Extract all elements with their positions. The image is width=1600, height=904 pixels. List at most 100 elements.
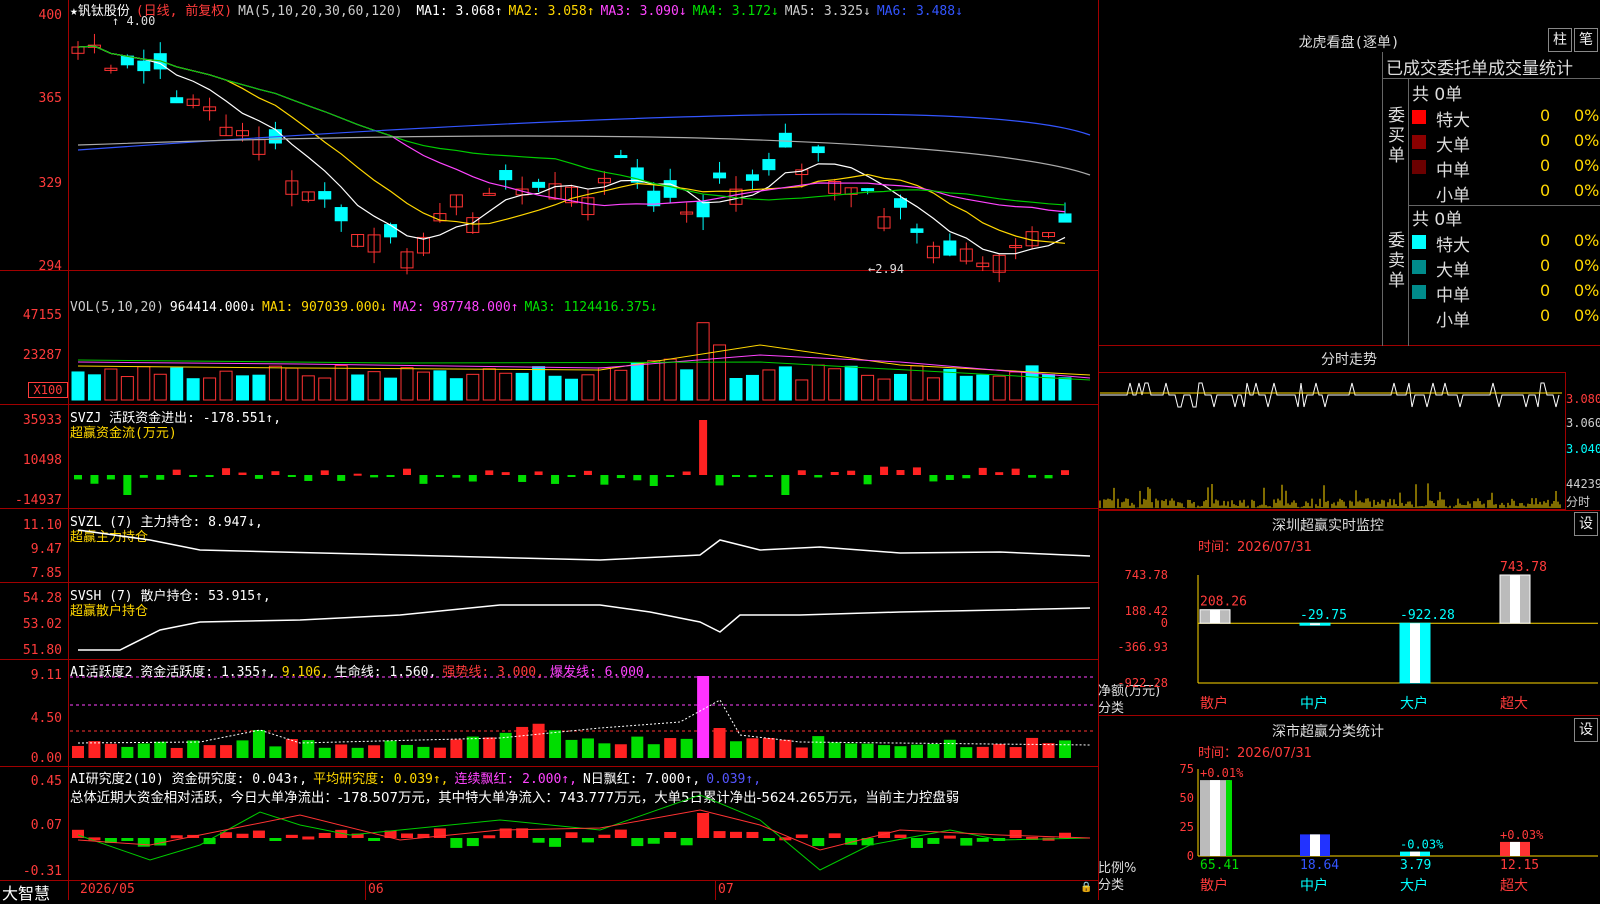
ma-line	[77, 135, 1091, 176]
volume-bar	[894, 373, 907, 401]
class-pct: 65.41	[1200, 858, 1239, 873]
fenshi-vol-label: 44239	[1566, 477, 1600, 491]
sz-monitor-xlabel: 分类	[1098, 701, 1125, 716]
activity-bar	[466, 736, 479, 758]
volume-bar	[828, 368, 842, 401]
candle-body	[482, 192, 496, 196]
activity-bar	[713, 728, 726, 758]
volume-bar	[1042, 374, 1056, 401]
volume-bar	[647, 360, 661, 401]
lhb-row-value: 0	[1540, 106, 1551, 125]
tick-view-button[interactable]: 笔	[1574, 28, 1598, 52]
monitor-bar	[1299, 622, 1331, 626]
research-bar	[401, 833, 413, 838]
volume-bar	[515, 372, 529, 401]
lhb-row-label: 小单	[1436, 311, 1470, 331]
activity-bar	[878, 745, 891, 758]
lhb-row-label: 特大	[1436, 236, 1470, 256]
fund-flow-bar	[551, 475, 560, 484]
volume-bar	[976, 374, 990, 401]
lhb-row-value: 0	[1540, 156, 1551, 175]
candle-body	[910, 228, 924, 233]
fund-flow-bar	[764, 475, 773, 477]
class-delta: -0.03%	[1400, 838, 1444, 852]
fund-flow-bar	[403, 468, 411, 475]
research-bar	[450, 838, 463, 848]
volume-bar	[696, 322, 710, 401]
volume-bar	[400, 367, 414, 401]
monitor-bar	[1499, 574, 1531, 624]
fund-flow-bar	[419, 475, 428, 484]
monitor-bar-value: -29.75	[1300, 608, 1347, 623]
class-category: 中户	[1300, 877, 1328, 894]
activity-bar	[828, 742, 841, 758]
monitor-category: 超大	[1500, 696, 1528, 712]
lhb-color-swatch	[1412, 110, 1426, 124]
research-bar	[927, 838, 940, 844]
fenshi-axis-label: 3.060	[1566, 416, 1600, 430]
candle-body	[713, 172, 727, 179]
research-bar	[910, 838, 923, 848]
candle-body	[811, 146, 825, 154]
volume-bar	[565, 378, 578, 401]
class-delta: +0.01%	[1200, 766, 1244, 780]
activity-bar	[812, 736, 825, 758]
volume-bar	[482, 368, 496, 401]
sz-class-settings-button[interactable]: 设	[1574, 718, 1598, 742]
research-bar	[1009, 829, 1022, 838]
monitor-axis-label: 188.42	[1125, 604, 1168, 618]
fund-flow-bar	[797, 470, 806, 475]
activity-bar	[894, 746, 907, 758]
lhb-total: 共 0单	[1412, 85, 1463, 105]
sz-monitor-settings-button[interactable]: 设	[1574, 512, 1598, 536]
activity-bar	[335, 744, 348, 758]
fenshi-title: 分时走势	[1321, 352, 1377, 368]
volume-bar	[252, 374, 266, 401]
research-bar	[614, 829, 627, 838]
lhb-row-value: 0	[1540, 131, 1551, 150]
sz-class-time: 时间：2026/07/31	[1198, 746, 1312, 761]
activity-bar	[220, 745, 233, 758]
fund-flow-bar	[74, 475, 82, 480]
fund-flow-bar	[205, 475, 214, 477]
research-bar	[466, 838, 479, 847]
bar-view-button[interactable]: 柱	[1548, 28, 1572, 52]
lhb-row-value: 0	[1540, 181, 1551, 200]
lhb-color-swatch	[1412, 285, 1426, 299]
candle-body	[745, 174, 759, 181]
lhb-color-swatch	[1412, 160, 1426, 174]
volume-bar	[104, 368, 118, 401]
fund-flow-bar	[172, 469, 181, 475]
fund-flow-bar	[699, 420, 708, 475]
activity-bar	[121, 746, 134, 758]
activity-bar	[318, 747, 331, 758]
fund-flow-bar	[254, 475, 263, 479]
activity-bar	[976, 746, 989, 758]
activity-bar	[861, 743, 874, 758]
activity-bar	[104, 743, 117, 758]
candle-body	[170, 97, 184, 104]
volume-bar	[992, 375, 1006, 401]
lhb-row-pct: 0%	[1574, 181, 1600, 200]
kline-chart[interactable]	[0, 0, 1098, 900]
activity-bar	[433, 747, 446, 758]
research-bar	[269, 838, 282, 841]
activity-bar	[170, 747, 183, 758]
research-bar	[565, 832, 578, 838]
volume-bar	[416, 371, 430, 401]
candle-body	[614, 155, 628, 159]
class-bar	[1500, 841, 1530, 856]
monitor-bar-value: 743.78	[1500, 560, 1547, 575]
fenshi-axis-label: 3.040	[1566, 442, 1600, 456]
fund-flow-bar	[1028, 475, 1037, 478]
volume-bar	[680, 369, 694, 401]
research-bar	[581, 838, 594, 843]
activity-bar	[549, 730, 562, 758]
lhb-row-label: 大单	[1436, 261, 1470, 281]
candle-body	[499, 170, 513, 181]
monitor-axis-label: 0	[1161, 616, 1168, 630]
lhb-title: 龙虎看盘(逐单)	[1298, 35, 1400, 51]
fund-flow-bar	[748, 475, 757, 478]
volume-bar	[630, 362, 644, 401]
research-bar	[236, 833, 249, 838]
